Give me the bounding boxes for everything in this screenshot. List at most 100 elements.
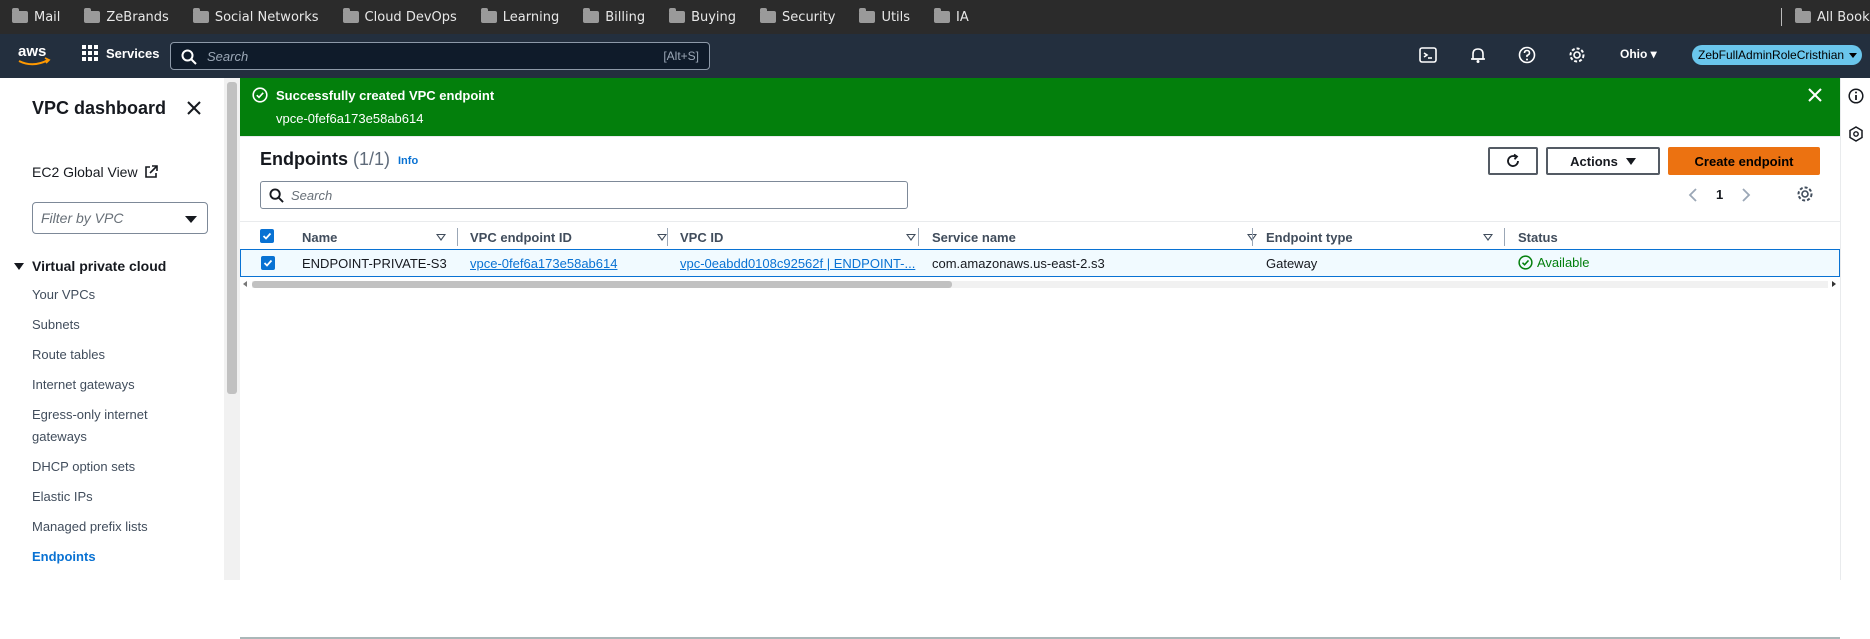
sidebar-section-virtual-private-cloud[interactable]: Virtual private cloud	[14, 258, 166, 274]
main-content: Successfully created VPC endpoint vpce-0…	[240, 78, 1840, 639]
success-flash-banner: Successfully created VPC endpoint vpce-0…	[240, 78, 1840, 136]
sidebar-item-managed-prefix-lists[interactable]: Managed prefix lists	[32, 516, 192, 538]
svg-text:aws: aws	[18, 43, 46, 60]
column-resizer[interactable]	[667, 228, 668, 246]
aws-logo-icon[interactable]: aws	[16, 40, 52, 70]
scroll-left-arrow-icon[interactable]	[243, 281, 247, 287]
actions-button[interactable]: Actions	[1546, 147, 1660, 175]
folder-icon	[84, 8, 101, 23]
folder-icon	[583, 8, 600, 23]
column-header-name[interactable]: Name	[302, 228, 452, 246]
sidebar-scrollbar[interactable]	[224, 78, 240, 580]
caret-down-icon	[14, 262, 24, 270]
folder-icon	[342, 8, 359, 23]
ec2-global-view-link[interactable]: EC2 Global View	[32, 164, 158, 180]
account-menu[interactable]: ZebFullAdminRoleCristhian	[1692, 45, 1863, 65]
cell-endpoint-type: Gateway	[1266, 256, 1318, 271]
column-header-service-name[interactable]: Service name	[932, 228, 1262, 246]
select-all-checkbox[interactable]	[260, 229, 274, 243]
close-icon[interactable]	[186, 100, 202, 116]
folder-icon	[760, 8, 777, 23]
vpc-id-link[interactable]: vpc-0eabdd0108c92562f | ENDPOINT-...	[680, 256, 915, 271]
sidebar-title: VPC dashboard	[32, 98, 167, 118]
page-number[interactable]: 1	[1716, 187, 1723, 202]
column-header-vpc-id[interactable]: VPC ID	[680, 228, 920, 246]
global-search-input[interactable]: Search [Alt+S]	[170, 42, 710, 70]
bookmark-learning[interactable]: Learning	[480, 8, 559, 25]
sidebar-item-your-vpcs[interactable]: Your VPCs	[32, 284, 192, 306]
cell-name: ENDPOINT-PRIVATE-S3	[302, 256, 447, 271]
bookmark-zebrands[interactable]: ZeBrands	[84, 8, 169, 25]
flash-detail: vpce-0fef6a173e58ab614	[276, 111, 424, 126]
table-preferences-gear-icon[interactable]	[1796, 185, 1814, 203]
column-header-vpc-endpoint-id[interactable]: VPC endpoint ID	[470, 228, 670, 246]
sidebar-item-subnets[interactable]: Subnets	[32, 314, 192, 336]
filter-by-vpc-select[interactable]: Filter by VPC	[32, 202, 208, 234]
caret-down-icon	[1625, 157, 1636, 165]
flash-title: Successfully created VPC endpoint	[276, 88, 495, 103]
column-resizer[interactable]	[1504, 228, 1505, 246]
sort-icon	[1483, 233, 1493, 241]
sidebar-item-dhcp-option-sets[interactable]: DHCP option sets	[32, 456, 192, 478]
hexagon-icon[interactable]	[1848, 126, 1864, 142]
chevron-right-icon[interactable]	[1741, 187, 1751, 202]
bookmark-mail[interactable]: Mail	[12, 8, 60, 25]
status-badge: Available	[1518, 255, 1590, 270]
close-icon[interactable]	[1808, 88, 1822, 102]
help-icon[interactable]	[1518, 46, 1536, 64]
endpoint-id-link[interactable]: vpce-0fef6a173e58ab614	[470, 256, 617, 271]
bookmark-security[interactable]: Security	[760, 8, 835, 25]
bookmark-billing[interactable]: Billing	[583, 8, 645, 25]
table-row[interactable]: ENDPOINT-PRIVATE-S3 vpce-0fef6a173e58ab6…	[240, 249, 1840, 277]
table-horizontal-scrollbar[interactable]	[240, 279, 1840, 289]
endpoints-table-panel: Endpoints (1/1) Info Actions Create endp…	[240, 136, 1840, 639]
refresh-button[interactable]	[1488, 147, 1538, 175]
success-check-icon	[252, 87, 268, 103]
folder-icon	[934, 8, 951, 23]
column-header-status[interactable]: Status	[1518, 228, 1618, 246]
bookmark-buying[interactable]: Buying	[669, 8, 736, 25]
scroll-right-arrow-icon[interactable]	[1832, 281, 1836, 287]
gear-icon[interactable]	[1568, 46, 1586, 64]
sidebar-item-elastic-ips[interactable]: Elastic IPs	[32, 486, 192, 508]
bookmark-utils[interactable]: Utils	[859, 8, 910, 25]
bookmark-cloud-devops[interactable]: Cloud DevOps	[342, 8, 457, 25]
bookmarks-bar: Mail ZeBrands Social Networks Cloud DevO…	[0, 0, 1870, 34]
status-available-icon	[1518, 255, 1533, 270]
refresh-icon	[1507, 153, 1519, 167]
info-link[interactable]: Info	[398, 155, 418, 167]
services-menu-button[interactable]: Services	[82, 45, 160, 61]
folder-icon	[859, 8, 876, 23]
info-icon[interactable]	[1848, 88, 1864, 104]
column-header-endpoint-type[interactable]: Endpoint type	[1266, 228, 1506, 246]
cell-service-name: com.amazonaws.us-east-2.s3	[932, 256, 1105, 271]
sidebar-item-egress-only-internet-gateways[interactable]: Egress-only internet gateways	[32, 404, 182, 448]
bookmark-all-bookmarks[interactable]: All Book	[1795, 0, 1870, 34]
external-link-icon	[144, 165, 158, 178]
sidebar-item-endpoints[interactable]: Endpoints	[32, 546, 192, 568]
search-icon	[181, 49, 197, 65]
grid-icon	[82, 45, 98, 61]
scrollbar-thumb[interactable]	[252, 281, 952, 288]
bookmark-ia[interactable]: IA	[934, 8, 969, 25]
checkmark-icon	[262, 232, 272, 240]
column-resizer[interactable]	[457, 228, 458, 246]
column-resizer[interactable]	[1252, 228, 1253, 246]
table-search-input[interactable]: Search	[260, 181, 908, 209]
chevron-left-icon[interactable]	[1688, 187, 1698, 202]
bookmark-social-networks[interactable]: Social Networks	[192, 8, 319, 25]
sort-icon	[657, 233, 667, 241]
row-checkbox[interactable]	[261, 256, 275, 270]
create-endpoint-button[interactable]: Create endpoint	[1668, 147, 1820, 175]
sidebar-item-internet-gateways[interactable]: Internet gateways	[32, 374, 192, 396]
sidebar: VPC dashboard EC2 Global View Filter by …	[0, 78, 240, 580]
region-selector[interactable]: Ohio ▾	[1620, 47, 1657, 61]
column-resizer[interactable]	[918, 228, 919, 246]
bell-icon[interactable]	[1469, 46, 1487, 64]
checkmark-icon	[263, 259, 273, 267]
cloudshell-icon[interactable]	[1419, 46, 1437, 64]
pagination: 1	[1688, 187, 1751, 202]
scrollbar-thumb[interactable]	[227, 82, 237, 394]
aws-top-nav: aws Services Search [Alt+S] Ohio ▾ ZebFu…	[0, 34, 1870, 78]
sidebar-item-route-tables[interactable]: Route tables	[32, 344, 192, 366]
